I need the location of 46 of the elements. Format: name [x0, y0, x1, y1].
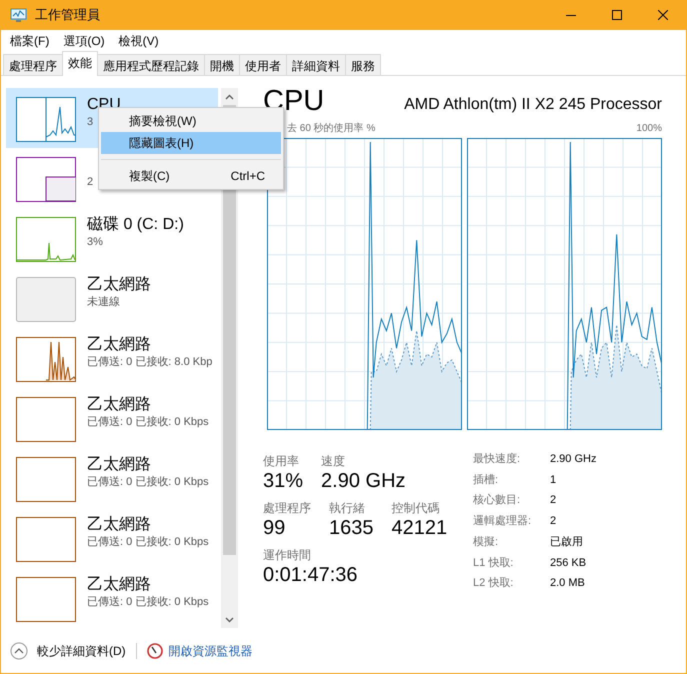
resource-detail: 2	[87, 175, 94, 190]
detail-value: 2.0 MB	[550, 576, 586, 592]
stat-value: 99	[263, 516, 286, 540]
detail-value: 2	[550, 493, 558, 508]
stat-label: 使用率	[263, 454, 300, 469]
stat-value: 0:01:47:36	[263, 563, 358, 587]
detail-value: 1	[550, 472, 558, 488]
detail-label: 最快速度:	[473, 452, 522, 467]
resource-name: 乙太網路	[87, 575, 152, 594]
resource-name: 乙太網路	[87, 335, 152, 354]
graph-label: 去 60 秒的使用率 %	[287, 122, 376, 135]
stat-value: 42121	[392, 516, 448, 540]
stat-label: 運作時間	[263, 548, 312, 563]
resource-detail: 3	[87, 115, 94, 130]
resource-detail: 3%	[87, 235, 104, 250]
stat-value: 1635	[329, 516, 374, 540]
detail-label: L1 快取:	[473, 556, 514, 571]
window-title: 工作管理員	[35, 6, 101, 24]
stat-value: 31%	[263, 469, 304, 493]
detail-label: 模擬:	[473, 534, 500, 550]
detail-value: 2.90 GHz	[550, 452, 596, 467]
stat-value: 2.90 GHz	[321, 469, 406, 493]
detail-value: 256 KB	[550, 556, 588, 571]
resource-detail: 已傳送: 0 已接收: 0 Kbps	[87, 414, 209, 430]
resource-detail: 已傳送: 0 已接收: 8.0 Kbp	[87, 354, 212, 370]
graph-max-label: 100%	[636, 122, 662, 135]
detail-label: L2 快取:	[473, 576, 514, 592]
resource-name: 磁碟 0 (C: D:)	[87, 215, 184, 234]
detail-value: 已啟用	[550, 534, 584, 550]
resource-detail: 已傳送: 0 已接收: 0 Kbps	[87, 594, 209, 610]
detail-label: 核心數目:	[473, 492, 522, 508]
stat-label: 速度	[321, 454, 346, 469]
processor-name: AMD Athlon(tm) II X2 245 Processor	[404, 96, 662, 114]
detail-value: 2	[550, 514, 558, 530]
stat-label: 處理程序	[263, 501, 311, 516]
resource-name: 乙太網路	[87, 395, 152, 414]
detail-label: 邏輯處理器:	[473, 514, 532, 530]
stat-label: 執行緒	[329, 501, 366, 516]
resource-name: 乙太網路	[87, 275, 151, 294]
resource-name: 乙太網路	[87, 515, 152, 534]
stat-label: 控制代碼	[392, 501, 440, 516]
resource-detail: 已傳送: 0 已接收: 0 Kbps	[87, 474, 209, 490]
resource-name: 乙太網路	[87, 455, 152, 474]
detail-label: 插槽:	[473, 472, 500, 488]
resource-detail: 未連線	[87, 295, 121, 310]
resource-detail: 已傳送: 0 已接收: 0 Kbps	[87, 534, 209, 550]
